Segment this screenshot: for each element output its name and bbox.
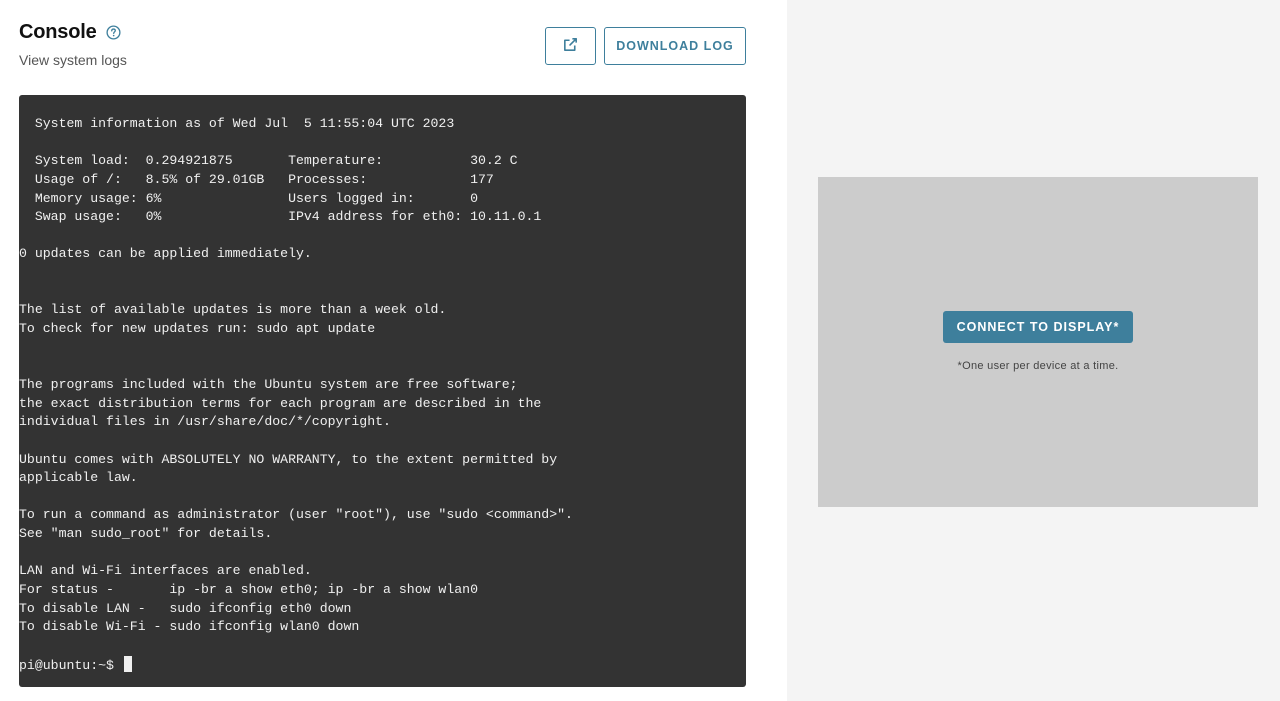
terminal-line: To disable LAN - sudo ifconfig eth0 down bbox=[19, 600, 352, 616]
terminal-cursor bbox=[123, 655, 132, 672]
page-subtitle: View system logs bbox=[19, 52, 127, 68]
terminal-line: applicable law. bbox=[19, 470, 138, 486]
terminal-line: For status - ip -br a show eth0; ip -br … bbox=[19, 582, 478, 598]
download-log-button[interactable]: DOWNLOAD LOG bbox=[604, 27, 746, 65]
terminal-line: See "man sudo_root" for details. bbox=[19, 526, 273, 542]
terminal-line: the exact distribution terms for each pr… bbox=[19, 395, 542, 411]
terminal-prompt: pi@ubuntu:~$ bbox=[19, 657, 122, 673]
terminal-line: The list of available updates is more th… bbox=[19, 302, 447, 318]
console-pane: Console View system logs DOWNLOAD LOG Sy… bbox=[0, 0, 787, 701]
terminal-line: Swap usage: 0% IPv4 address for eth0: 10… bbox=[19, 209, 542, 225]
page-title: Console bbox=[19, 21, 97, 43]
question-circle-icon[interactable] bbox=[105, 25, 121, 40]
display-pane: CONNECT TO DISPLAY* *One user per device… bbox=[787, 0, 1280, 701]
terminal-line: individual files in /usr/share/doc/*/cop… bbox=[19, 414, 391, 430]
page: Console View system logs DOWNLOAD LOG Sy… bbox=[0, 0, 1280, 701]
terminal-line: To run a command as administrator (user … bbox=[19, 507, 573, 523]
console-terminal[interactable]: System information as of Wed Jul 5 11:55… bbox=[19, 95, 746, 687]
terminal-line: Ubuntu comes with ABSOLUTELY NO WARRANTY… bbox=[19, 451, 558, 467]
terminal-line: To check for new updates run: sudo apt u… bbox=[19, 321, 376, 337]
terminal-prompt-line[interactable]: pi@ubuntu:~$ bbox=[19, 655, 746, 676]
terminal-line: System load: 0.294921875 Temperature: 30… bbox=[19, 153, 518, 169]
terminal-line: The programs included with the Ubuntu sy… bbox=[19, 376, 518, 392]
terminal-line: Usage of /: 8.5% of 29.01GB Processes: 1… bbox=[19, 171, 494, 187]
external-link-icon bbox=[562, 36, 579, 56]
header-title-row: Console bbox=[19, 21, 121, 44]
terminal-line: System information as of Wed Jul 5 11:55… bbox=[19, 116, 455, 131]
terminal-line: To disable Wi-Fi - sudo ifconfig wlan0 d… bbox=[19, 619, 360, 635]
terminal-line: 0 updates can be applied immediately. bbox=[19, 246, 312, 262]
terminal-line: LAN and Wi-Fi interfaces are enabled. bbox=[19, 563, 312, 579]
remote-display-area: CONNECT TO DISPLAY* *One user per device… bbox=[818, 177, 1258, 507]
connect-to-display-button[interactable]: CONNECT TO DISPLAY* bbox=[943, 311, 1133, 343]
connect-note: *One user per device at a time. bbox=[957, 360, 1119, 372]
open-external-button[interactable] bbox=[545, 27, 596, 65]
terminal-line: Memory usage: 6% Users logged in: 0 bbox=[19, 190, 478, 206]
terminal-output: System information as of Wed Jul 5 11:55… bbox=[19, 115, 746, 656]
